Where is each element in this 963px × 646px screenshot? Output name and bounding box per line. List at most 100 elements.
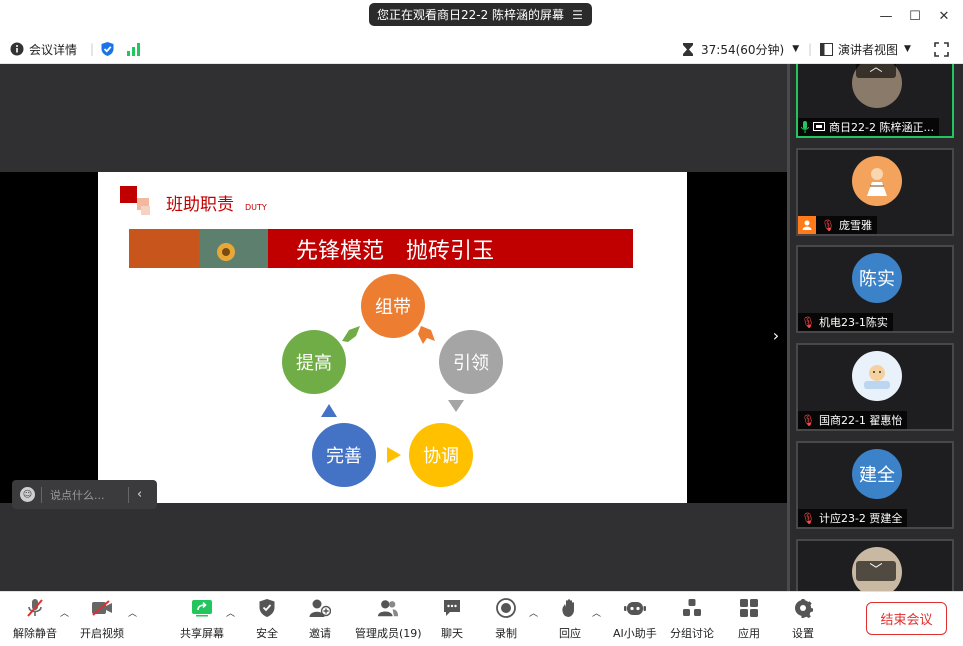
meeting-timer[interactable]: 37:54(60分钟) ▼ — [683, 40, 799, 58]
cycle-label-0: 组带 — [375, 297, 411, 318]
participant-name: 机电23-1陈实 — [818, 316, 888, 329]
chat-input-box[interactable]: ☺ 说点什么... ‹ — [12, 480, 157, 509]
chat-button[interactable]: 聊天 — [441, 597, 463, 641]
cycle-arrow-4 — [342, 326, 360, 342]
view-mode-label: 演讲者视图 — [838, 42, 899, 57]
layout-icon — [820, 42, 833, 56]
meeting-info-label: 会议详情 — [29, 42, 78, 57]
scroll-up-icon[interactable]: ︿ — [856, 64, 896, 78]
breakout-rooms-icon — [681, 597, 703, 618]
minimize-icon[interactable]: — — [877, 8, 895, 26]
info-bar: 会议详情 | 37:54(60分钟) ▼ | 演讲者视图 ▼ — [0, 34, 963, 64]
logo-square-light — [141, 206, 150, 215]
menu-lines-icon: ☰ — [572, 7, 583, 22]
record-icon — [495, 597, 517, 618]
apps-grid-icon — [738, 597, 760, 618]
ai-assistant-label: AI小助手 — [613, 627, 657, 640]
view-mode-button[interactable]: 演讲者视图 ▼ — [820, 40, 911, 58]
meeting-info-button[interactable]: 会议详情 — [10, 40, 77, 58]
cycle-label-4: 提高 — [296, 353, 332, 374]
cycle-arrow-0 — [418, 326, 435, 344]
participant-label: 🎙︎ 国商22-1 翟惠怡 — [798, 411, 908, 429]
avatar: 建全 — [852, 449, 902, 499]
share-screen-icon — [191, 597, 213, 618]
participant-tile[interactable]: 商日22-2 陈梓涵正... ︿ — [796, 64, 954, 138]
fullscreen-icon[interactable] — [934, 40, 949, 58]
add-user-icon — [309, 597, 331, 618]
scroll-down-icon[interactable]: ﹀ — [856, 561, 896, 581]
cycle-arrow-2 — [387, 447, 401, 463]
info-icon — [10, 42, 24, 56]
participant-tile[interactable]: 陈实 🎙︎ 机电23-1陈实 — [796, 245, 954, 333]
divider — [41, 486, 42, 503]
record-button[interactable]: 录制 — [495, 597, 517, 641]
title-bar: 您正在观看商日22-2 陈梓涵的屏幕 ☰ — ☐ ✕ — [0, 0, 963, 34]
participant-tile[interactable]: ﹀ — [796, 539, 954, 591]
chevron-right-icon[interactable]: › — [768, 326, 784, 348]
unmute-button[interactable]: 解除静音 — [13, 597, 57, 641]
chat-placeholder[interactable]: 说点什么... — [50, 487, 124, 503]
start-video-label: 开启视频 — [80, 627, 124, 640]
participant-tile[interactable]: 🎙︎ 庞雪雅 — [796, 148, 954, 236]
participant-name: 国商22-1 翟惠怡 — [818, 414, 903, 427]
timer-text: 37:54(60分钟) — [701, 42, 785, 57]
mic-muted-icon: 🎙︎ — [801, 315, 815, 329]
invite-button[interactable]: 邀请 — [309, 597, 331, 641]
apps-button[interactable]: 应用 — [738, 597, 760, 641]
user-icon — [798, 216, 816, 234]
participants-icon — [377, 597, 399, 618]
participant-name: 商日22-2 陈梓涵正... — [829, 121, 934, 134]
settings-button[interactable]: 设置 — [792, 597, 814, 641]
share-screen-button[interactable]: 共享屏幕 — [180, 597, 224, 641]
security-label: 安全 — [256, 627, 278, 640]
slide-header-sub: DUTY — [245, 203, 267, 212]
chevron-down-icon: ▼ — [792, 44, 800, 54]
emoji-icon[interactable]: ☺ — [20, 487, 35, 502]
start-video-button[interactable]: 开启视频 — [80, 597, 124, 641]
avatar-initials: 建全 — [859, 465, 895, 486]
share-screen-label: 共享屏幕 — [180, 627, 224, 640]
cycle-label-2: 协调 — [423, 446, 459, 467]
cycle-diagram: 组带 引领 协调 完善 提高 — [282, 274, 503, 487]
slide-canvas: 班助职责 DUTY 先锋模范 抛砖引玉 组带 引领 协调 完善 提高 — [120, 186, 633, 487]
chevron-up-icon[interactable]: ︿ — [226, 606, 235, 619]
screen-share-notice[interactable]: 您正在观看商日22-2 陈梓涵的屏幕 ☰ — [369, 3, 592, 26]
chat-icon — [441, 597, 463, 618]
participant-tile[interactable]: 🎙︎ 国商22-1 翟惠怡 — [796, 343, 954, 431]
security-button[interactable]: 安全 — [256, 597, 278, 641]
unmute-label: 解除静音 — [13, 627, 57, 640]
maximize-icon[interactable]: ☐ — [906, 8, 924, 26]
mic-muted-icon: 🎙︎ — [801, 511, 815, 525]
avatar: 陈实 — [852, 253, 902, 303]
cycle-arrow-1 — [448, 400, 464, 412]
video-off-icon — [91, 597, 113, 618]
breakout-label: 分组讨论 — [670, 627, 714, 640]
chevron-up-icon[interactable]: ︿ — [529, 606, 538, 619]
chevron-up-icon[interactable]: ︿ — [128, 606, 137, 619]
chevron-up-icon[interactable]: ︿ — [60, 606, 69, 619]
mic-on-icon — [801, 121, 809, 133]
avatar — [852, 156, 902, 206]
slide-header-title: 班助职责 — [166, 195, 234, 215]
avatar — [852, 351, 902, 401]
participant-name: 庞雪雅 — [838, 219, 872, 232]
reactions-button[interactable]: 回应 — [559, 597, 581, 641]
participants-button[interactable]: 管理成员(19) — [355, 597, 422, 641]
breakout-button[interactable]: 分组讨论 — [670, 597, 714, 641]
participant-tile[interactable]: 建全 🎙︎ 计应23-2 贾建全 — [796, 441, 954, 529]
participant-label: 🎙︎ 庞雪雅 — [798, 216, 877, 234]
signal-icon[interactable] — [127, 40, 141, 58]
apps-label: 应用 — [738, 627, 760, 640]
ai-assistant-button[interactable]: AI小助手 — [613, 597, 657, 641]
close-icon[interactable]: ✕ — [935, 8, 953, 26]
cycle-arrow-3 — [321, 404, 337, 417]
shield-check-icon[interactable] — [100, 40, 115, 58]
settings-label: 设置 — [792, 627, 814, 640]
chevron-left-icon[interactable]: ‹ — [137, 487, 142, 502]
participant-panel: 商日22-2 陈梓涵正... ︿ 🎙︎ 庞雪雅 陈实 🎙︎ 机电23-1陈实 🎙… — [787, 64, 963, 591]
logo-square-red — [120, 186, 137, 203]
mic-muted-icon: 🎙︎ — [821, 218, 835, 232]
participant-label: 商日22-2 陈梓涵正... — [798, 118, 939, 136]
end-meeting-button[interactable]: 结束会议 — [866, 602, 947, 635]
chevron-up-icon[interactable]: ︿ — [592, 606, 601, 619]
